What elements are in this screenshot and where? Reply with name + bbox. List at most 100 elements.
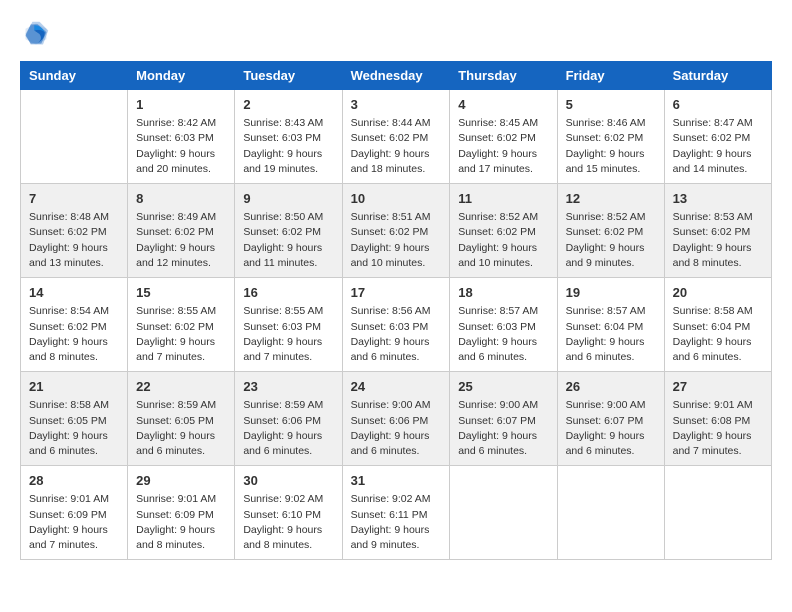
calendar-cell: 9Sunrise: 8:50 AM Sunset: 6:02 PM Daylig… [235, 184, 342, 278]
day-info: Sunrise: 8:52 AM Sunset: 6:02 PM Dayligh… [458, 210, 548, 271]
calendar-cell: 20 Sunrise: 8:58 AM Sunset: 6:04 PM Dayli… [664, 278, 771, 372]
header [20, 20, 772, 53]
calendar-cell: 26 Sunrise: 9:00 AM Sunset: 6:07 PM Dayli… [557, 372, 664, 466]
weekday-header-row: SundayMondayTuesdayWednesdayThursdayFrid… [21, 62, 772, 90]
day-info: Sunrise: 8:53 AM Sunset: 6:02 PM Dayligh… [673, 210, 763, 271]
calendar-cell: 11 Sunrise: 8:52 AM Sunset: 6:02 PM Dayli… [450, 184, 557, 278]
day-number: 3 [351, 96, 442, 114]
calendar-cell: 17 Sunrise: 8:56 AM Sunset: 6:03 PM Dayli… [342, 278, 450, 372]
day-info: Sunrise: 8:46 AM Sunset: 6:02 PM Dayligh… [566, 116, 656, 177]
day-number: 10 [351, 190, 442, 208]
calendar-cell: 3 Sunrise: 8:44 AM Sunset: 6:02 PM Daylig… [342, 90, 450, 184]
day-info: Sunrise: 8:48 AM Sunset: 6:02 PM Dayligh… [29, 210, 119, 271]
day-number: 27 [673, 378, 763, 396]
day-number: 1 [136, 96, 226, 114]
day-number: 28 [29, 472, 119, 490]
calendar-cell: 27 Sunrise: 9:01 AM Sunset: 6:08 PM Dayli… [664, 372, 771, 466]
day-number: 14 [29, 284, 119, 302]
day-info: Sunrise: 8:55 AM Sunset: 6:02 PM Dayligh… [136, 304, 226, 365]
calendar-week-row: 21Sunrise: 8:58 AM Sunset: 6:05 PM Dayli… [21, 372, 772, 466]
day-info: Sunrise: 9:01 AM Sunset: 6:09 PM Dayligh… [29, 492, 119, 553]
day-number: 29 [136, 472, 226, 490]
day-info: Sunrise: 8:52 AM Sunset: 6:02 PM Dayligh… [566, 210, 656, 271]
calendar-table: SundayMondayTuesdayWednesdayThursdayFrid… [20, 61, 772, 560]
calendar-cell [21, 90, 128, 184]
day-info: Sunrise: 9:02 AM Sunset: 6:10 PM Dayligh… [243, 492, 333, 553]
calendar-cell: 29 Sunrise: 9:01 AM Sunset: 6:09 PM Dayli… [128, 466, 235, 560]
day-info: Sunrise: 9:00 AM Sunset: 6:07 PM Dayligh… [566, 398, 656, 459]
day-info: Sunrise: 8:45 AM Sunset: 6:02 PM Dayligh… [458, 116, 548, 177]
day-number: 15 [136, 284, 226, 302]
day-number: 18 [458, 284, 548, 302]
day-info: Sunrise: 9:00 AM Sunset: 6:06 PM Dayligh… [351, 398, 442, 459]
weekday-header-tuesday: Tuesday [235, 62, 342, 90]
logo-icon [22, 20, 50, 48]
calendar-cell: 7 Sunrise: 8:48 AM Sunset: 6:02 PM Daylig… [21, 184, 128, 278]
calendar-cell: 21Sunrise: 8:58 AM Sunset: 6:05 PM Dayli… [21, 372, 128, 466]
calendar-cell: 30 Sunrise: 9:02 AM Sunset: 6:10 PM Dayli… [235, 466, 342, 560]
calendar-cell: 13 Sunrise: 8:53 AM Sunset: 6:02 PM Dayli… [664, 184, 771, 278]
day-number: 2 [243, 96, 333, 114]
day-info: Sunrise: 8:43 AM Sunset: 6:03 PM Dayligh… [243, 116, 333, 177]
day-info: Sunrise: 8:57 AM Sunset: 6:03 PM Dayligh… [458, 304, 548, 365]
weekday-header-friday: Friday [557, 62, 664, 90]
day-number: 5 [566, 96, 656, 114]
calendar-week-row: 14 Sunrise: 8:54 AM Sunset: 6:02 PM Dayli… [21, 278, 772, 372]
day-number: 11 [458, 190, 548, 208]
day-info: Sunrise: 8:50 AM Sunset: 6:02 PM Dayligh… [243, 210, 333, 271]
calendar-cell: 10 Sunrise: 8:51 AM Sunset: 6:02 PM Dayli… [342, 184, 450, 278]
day-number: 24 [351, 378, 442, 396]
day-info: Sunrise: 8:42 AM Sunset: 6:03 PM Dayligh… [136, 116, 226, 177]
day-info: Sunrise: 8:58 AM Sunset: 6:05 PM Dayligh… [29, 398, 119, 459]
day-number: 6 [673, 96, 763, 114]
day-info: Sunrise: 9:01 AM Sunset: 6:08 PM Dayligh… [673, 398, 763, 459]
day-info: Sunrise: 8:44 AM Sunset: 6:02 PM Dayligh… [351, 116, 442, 177]
calendar-cell: 28 Sunrise: 9:01 AM Sunset: 6:09 PM Dayli… [21, 466, 128, 560]
calendar-cell: 12 Sunrise: 8:52 AM Sunset: 6:02 PM Dayli… [557, 184, 664, 278]
day-number: 13 [673, 190, 763, 208]
calendar-cell: 4 Sunrise: 8:45 AM Sunset: 6:02 PM Daylig… [450, 90, 557, 184]
day-info: Sunrise: 8:57 AM Sunset: 6:04 PM Dayligh… [566, 304, 656, 365]
day-number: 12 [566, 190, 656, 208]
calendar-cell: 15 Sunrise: 8:55 AM Sunset: 6:02 PM Dayli… [128, 278, 235, 372]
day-number: 4 [458, 96, 548, 114]
day-number: 8 [136, 190, 226, 208]
calendar-cell [450, 466, 557, 560]
day-number: 16 [243, 284, 333, 302]
day-number: 25 [458, 378, 548, 396]
day-number: 20 [673, 284, 763, 302]
calendar-cell: 23Sunrise: 8:59 AM Sunset: 6:06 PM Dayli… [235, 372, 342, 466]
weekday-header-wednesday: Wednesday [342, 62, 450, 90]
day-info: Sunrise: 8:54 AM Sunset: 6:02 PM Dayligh… [29, 304, 119, 365]
weekday-header-sunday: Sunday [21, 62, 128, 90]
weekday-header-saturday: Saturday [664, 62, 771, 90]
day-info: Sunrise: 8:55 AM Sunset: 6:03 PM Dayligh… [243, 304, 333, 365]
day-number: 23 [243, 378, 333, 396]
weekday-header-thursday: Thursday [450, 62, 557, 90]
calendar-cell: 1 Sunrise: 8:42 AM Sunset: 6:03 PM Daylig… [128, 90, 235, 184]
day-info: Sunrise: 8:58 AM Sunset: 6:04 PM Dayligh… [673, 304, 763, 365]
calendar-cell: 24 Sunrise: 9:00 AM Sunset: 6:06 PM Dayli… [342, 372, 450, 466]
calendar-cell [557, 466, 664, 560]
calendar-week-row: 1 Sunrise: 8:42 AM Sunset: 6:03 PM Daylig… [21, 90, 772, 184]
day-number: 7 [29, 190, 119, 208]
calendar-cell: 22Sunrise: 8:59 AM Sunset: 6:05 PM Dayli… [128, 372, 235, 466]
day-number: 31 [351, 472, 442, 490]
day-info: Sunrise: 9:00 AM Sunset: 6:07 PM Dayligh… [458, 398, 548, 459]
day-info: Sunrise: 8:47 AM Sunset: 6:02 PM Dayligh… [673, 116, 763, 177]
calendar-cell: 25 Sunrise: 9:00 AM Sunset: 6:07 PM Dayli… [450, 372, 557, 466]
day-info: Sunrise: 8:51 AM Sunset: 6:02 PM Dayligh… [351, 210, 442, 271]
calendar-cell: 5 Sunrise: 8:46 AM Sunset: 6:02 PM Daylig… [557, 90, 664, 184]
calendar-cell: 8Sunrise: 8:49 AM Sunset: 6:02 PM Daylig… [128, 184, 235, 278]
day-number: 30 [243, 472, 333, 490]
day-number: 22 [136, 378, 226, 396]
calendar-cell [664, 466, 771, 560]
day-info: Sunrise: 9:01 AM Sunset: 6:09 PM Dayligh… [136, 492, 226, 553]
day-info: Sunrise: 8:56 AM Sunset: 6:03 PM Dayligh… [351, 304, 442, 365]
day-number: 17 [351, 284, 442, 302]
logo [20, 20, 50, 53]
weekday-header-monday: Monday [128, 62, 235, 90]
day-number: 19 [566, 284, 656, 302]
calendar-week-row: 7 Sunrise: 8:48 AM Sunset: 6:02 PM Daylig… [21, 184, 772, 278]
day-number: 26 [566, 378, 656, 396]
